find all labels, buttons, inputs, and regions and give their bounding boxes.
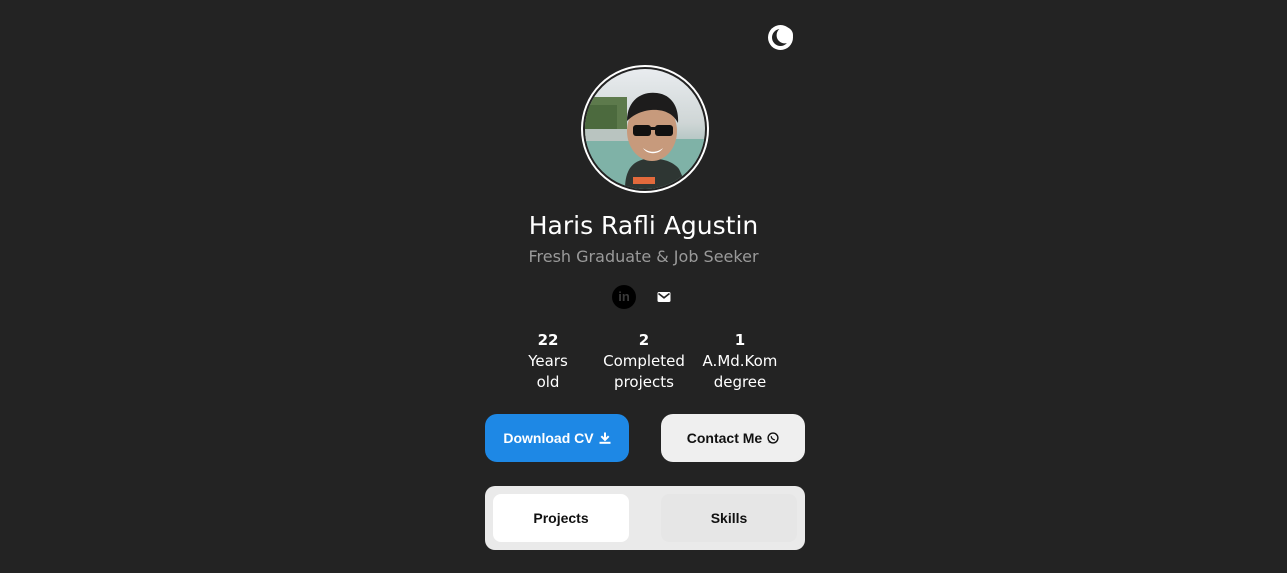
theme-toggle-button[interactable] — [768, 25, 793, 50]
tab-skills[interactable]: Skills — [661, 494, 797, 542]
social-links: in — [610, 284, 680, 310]
avatar-photo — [585, 69, 705, 189]
stat-degree-label: A.Md.Kom degree — [702, 352, 778, 391]
linkedin-label: in — [618, 289, 630, 304]
stat-age-label: Years old — [528, 352, 568, 391]
stat-projects-value: 2 — [638, 331, 650, 349]
profile-name: Haris Rafli Agustin — [528, 211, 759, 240]
content-tabs: Projects Skills — [485, 486, 805, 550]
moon-icon — [768, 25, 793, 50]
profile-subtitle: Fresh Graduate & Job Seeker — [528, 247, 759, 266]
download-cv-label: Download CV — [503, 430, 594, 446]
tab-projects[interactable]: Projects — [493, 494, 629, 542]
download-icon — [599, 432, 611, 444]
stat-degree-value: 1 — [734, 331, 746, 349]
stat-projects-label: Completed projects — [603, 352, 685, 391]
stat-projects: 2 Completed projects — [598, 330, 690, 393]
stat-age: 22 Years old — [518, 330, 578, 393]
download-cv-button[interactable]: Download CV — [485, 414, 629, 462]
linkedin-icon[interactable]: in — [612, 285, 636, 309]
stat-degree: 1 A.Md.Kom degree — [700, 330, 780, 393]
contact-me-label: Contact Me — [686, 430, 763, 446]
profile-avatar — [581, 65, 709, 193]
stat-age-value: 22 — [537, 331, 559, 349]
contact-me-button[interactable]: Contact Me — [661, 414, 805, 462]
mail-icon[interactable] — [657, 290, 671, 304]
whatsapp-icon — [767, 432, 779, 444]
